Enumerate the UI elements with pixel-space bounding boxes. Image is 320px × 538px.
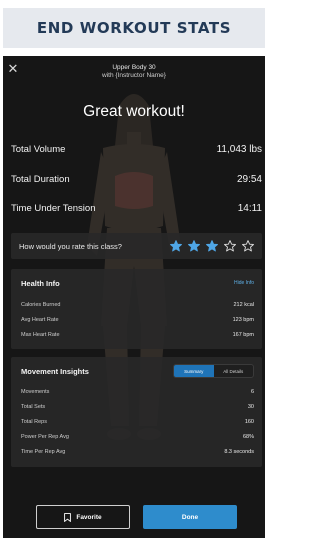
stat-label: Time Under Tension: [11, 202, 96, 214]
metric-value: 212 kcal: [233, 302, 255, 308]
done-button[interactable]: Done: [143, 505, 237, 529]
star-rating[interactable]: [170, 240, 254, 252]
metric-value: 30: [247, 404, 254, 410]
rating-question: How would you rate this class?: [19, 241, 122, 251]
metric-label: Calories Burned: [21, 302, 61, 308]
stat-value: 29:54: [236, 173, 262, 185]
metric-value: 160: [244, 419, 254, 425]
stat-total-duration: Total Duration 29:54: [11, 172, 262, 186]
stat-label: Total Duration: [11, 173, 70, 185]
done-label: Done: [181, 513, 199, 521]
rating-card: How would you rate this class?: [11, 233, 262, 259]
workout-summary-screen: ✕ Upper Body 30 with {Instructor Name} G…: [3, 56, 265, 538]
movement-insights-title: Movement Insights: [21, 367, 89, 376]
star-filled-icon[interactable]: [188, 240, 200, 252]
stat-value: 14:11: [237, 202, 262, 214]
star-outline-icon[interactable]: [242, 240, 254, 252]
metric-value: 6: [250, 389, 254, 395]
stat-label: Total Volume: [11, 143, 66, 155]
metric-label: Max Heart Rate: [21, 332, 60, 338]
stat-time-under-tension: Time Under Tension 14:11: [11, 201, 262, 215]
headline: Great workout!: [83, 103, 185, 120]
metric-label: Time Per Rep Avg: [21, 449, 66, 455]
metric-label: Avg Heart Rate: [21, 317, 59, 323]
metric-label: Total Reps: [21, 419, 47, 425]
hide-info-link[interactable]: Hide Info: [234, 280, 254, 286]
health-row-calories: Calories Burned 212 kcal: [21, 302, 254, 311]
movement-row-total-reps: Total Reps 160: [21, 419, 254, 428]
insights-view-toggle: Summary All Details: [173, 364, 254, 378]
star-filled-icon[interactable]: [206, 240, 218, 252]
banner-title: END WORKOUT STATS: [36, 19, 232, 37]
metric-label: Power Per Rep Avg: [21, 434, 69, 440]
tab-summary[interactable]: Summary: [174, 365, 214, 377]
class-title: Upper Body 30: [112, 64, 156, 71]
movement-row-time-per-rep: Time Per Rep Avg 8.3 seconds: [21, 449, 254, 458]
health-info-title: Health Info: [21, 279, 60, 288]
movement-insights-card: Movement Insights Summary All Details Mo…: [11, 357, 262, 467]
metric-value: 8.3 seconds: [224, 449, 254, 455]
health-row-avg-heart-rate: Avg Heart Rate 123 bpm: [21, 317, 254, 326]
movement-row-power-per-rep: Power Per Rep Avg 68%: [21, 434, 254, 443]
metric-label: Total Sets: [21, 404, 46, 410]
instructor-name: with {Instructor Name}: [102, 72, 166, 79]
page-banner: END WORKOUT STATS: [3, 8, 265, 48]
movement-row-total-sets: Total Sets 30: [21, 404, 254, 413]
bookmark-icon: [64, 512, 72, 522]
tab-all-details[interactable]: All Details: [214, 365, 254, 377]
metric-value: 123 bpm: [232, 317, 254, 323]
health-row-max-heart-rate: Max Heart Rate 167 bpm: [21, 332, 254, 341]
metric-label: Movements: [21, 389, 50, 395]
movement-row-movements: Movements 6: [21, 389, 254, 398]
star-outline-icon[interactable]: [224, 240, 236, 252]
metric-value: 68%: [242, 434, 254, 440]
star-filled-icon[interactable]: [170, 240, 182, 252]
metric-value: 167 bpm: [232, 332, 254, 338]
favorite-button[interactable]: Favorite: [36, 505, 130, 529]
stat-value: 11,043 lbs: [216, 143, 262, 155]
stat-total-volume: Total Volume 11,043 lbs: [11, 142, 262, 156]
health-info-card: Health Info Hide Info Calories Burned 21…: [11, 269, 262, 349]
favorite-label: Favorite: [76, 513, 102, 521]
